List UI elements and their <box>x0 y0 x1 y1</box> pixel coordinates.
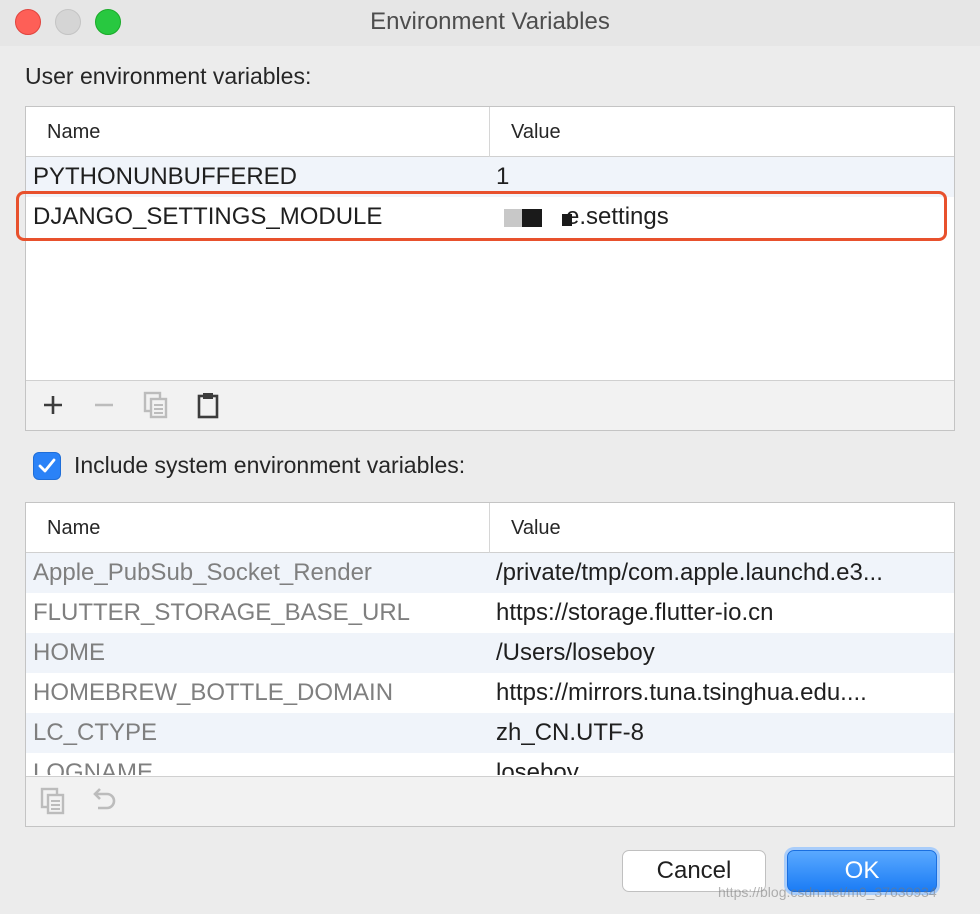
variable-name[interactable]: Apple_PubSub_Socket_Render <box>33 553 483 593</box>
table-header: Name Value <box>26 503 954 553</box>
redaction-mark <box>496 207 572 229</box>
remove-icon[interactable] <box>89 389 119 421</box>
variable-value-text: e.settings <box>566 203 669 230</box>
variable-name[interactable]: LC_CTYPE <box>33 713 483 753</box>
include-system-checkbox[interactable] <box>33 452 61 480</box>
copy-icon[interactable] <box>38 785 68 817</box>
copy-icon[interactable] <box>141 389 171 421</box>
variable-name[interactable]: HOMEBREW_BOTTLE_DOMAIN <box>33 673 483 713</box>
column-divider[interactable] <box>489 107 490 157</box>
variable-value[interactable]: https://mirrors.tuna.tsinghua.edu.... <box>496 673 944 713</box>
variable-name[interactable]: LOGNAME <box>33 753 483 775</box>
table-body: PYTHONUNBUFFERED 1 DJANGO_SETTINGS_MODUL… <box>26 157 954 380</box>
user-variables-toolbar <box>26 380 954 430</box>
column-header-name[interactable]: Name <box>47 503 100 553</box>
table-row[interactable]: HOME /Users/loseboy <box>26 633 954 673</box>
variable-value[interactable]: loseboy <box>496 753 944 775</box>
variable-name[interactable]: FLUTTER_STORAGE_BASE_URL <box>33 593 483 633</box>
variable-value[interactable]: /private/tmp/com.apple.launchd.e3... <box>496 553 944 593</box>
user-variables-table: Name Value PYTHONUNBUFFERED 1 DJANGO_SET… <box>25 106 955 431</box>
column-header-name[interactable]: Name <box>47 107 100 157</box>
table-row[interactable]: DJANGO_SETTINGS_MODULE e.settings <box>26 197 954 237</box>
variable-value[interactable]: zh_CN.UTF-8 <box>496 713 944 753</box>
variable-value[interactable]: 1 <box>496 157 944 197</box>
include-system-label[interactable]: Include system environment variables: <box>74 452 465 479</box>
window-title: Environment Variables <box>370 8 610 35</box>
variable-value[interactable]: /Users/loseboy <box>496 633 944 673</box>
table-row[interactable]: HOMEBREW_BOTTLE_DOMAIN https://mirrors.t… <box>26 673 954 713</box>
add-icon[interactable] <box>38 389 68 421</box>
column-header-value[interactable]: Value <box>511 107 561 157</box>
user-variables-label: User environment variables: <box>25 63 312 89</box>
system-variables-toolbar <box>26 776 954 826</box>
variable-name[interactable]: HOME <box>33 633 483 673</box>
table-row[interactable]: PYTHONUNBUFFERED 1 <box>26 157 954 197</box>
title-bar: Environment Variables <box>0 0 980 46</box>
table-row[interactable]: LOGNAME loseboy <box>26 753 954 775</box>
watermark: https://blog.csdn.net/m0_37630934 <box>718 884 937 900</box>
column-divider[interactable] <box>489 503 490 553</box>
variable-value[interactable]: e.settings <box>496 197 944 237</box>
variable-name[interactable]: DJANGO_SETTINGS_MODULE <box>33 197 483 237</box>
variable-name[interactable]: PYTHONUNBUFFERED <box>33 157 483 197</box>
table-header: Name Value <box>26 107 954 157</box>
system-variables-table: Name Value Apple_PubSub_Socket_Render /p… <box>25 502 955 827</box>
table-row[interactable]: Apple_PubSub_Socket_Render /private/tmp/… <box>26 553 954 593</box>
checkmark-icon <box>38 458 56 473</box>
paste-icon[interactable] <box>193 389 223 421</box>
column-header-value[interactable]: Value <box>511 503 561 553</box>
table-body: Apple_PubSub_Socket_Render /private/tmp/… <box>26 553 954 775</box>
table-row[interactable]: FLUTTER_STORAGE_BASE_URL https://storage… <box>26 593 954 633</box>
variable-value[interactable]: https://storage.flutter-io.cn <box>496 593 944 633</box>
undo-icon[interactable] <box>89 785 119 817</box>
table-row[interactable]: LC_CTYPE zh_CN.UTF-8 <box>26 713 954 753</box>
